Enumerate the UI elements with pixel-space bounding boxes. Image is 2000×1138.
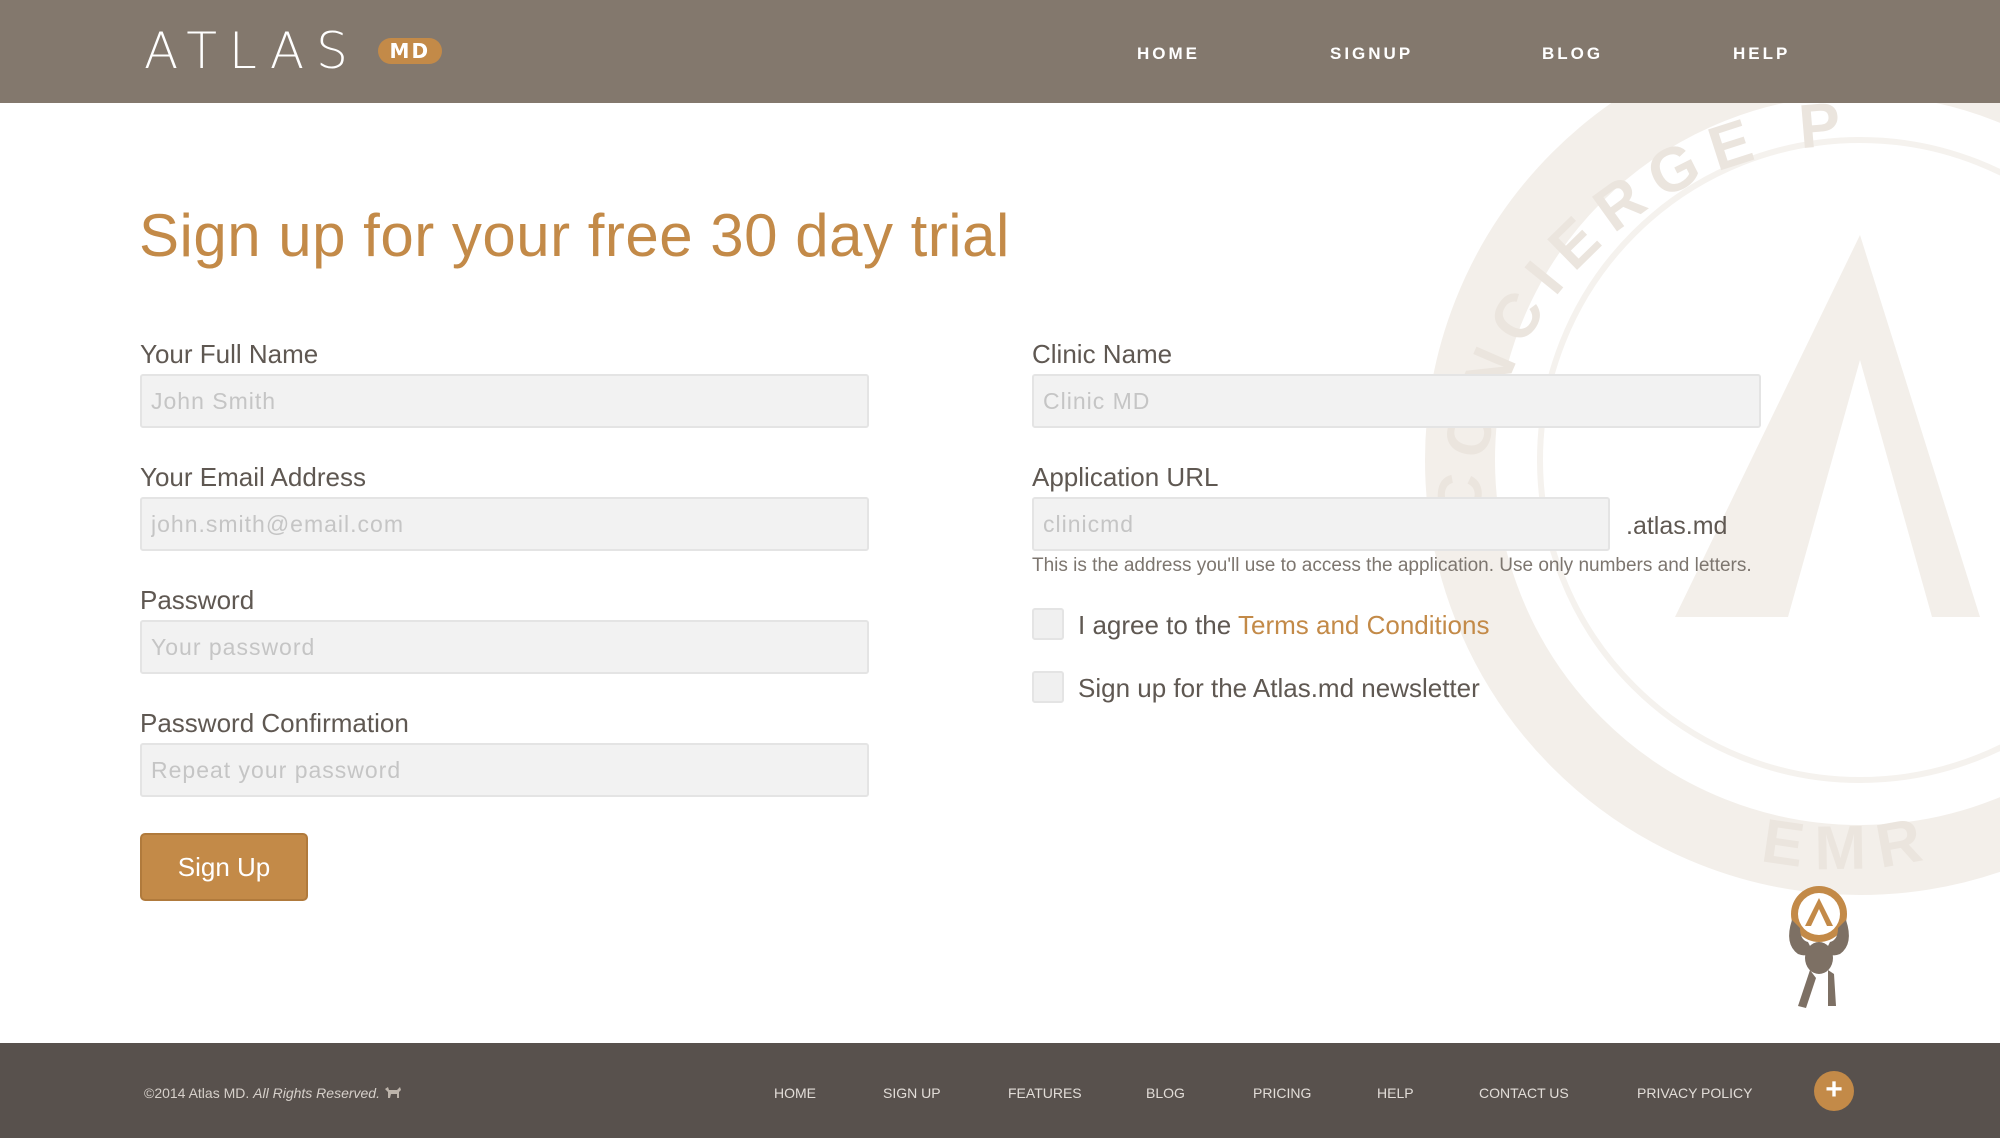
full-name-input[interactable] xyxy=(140,374,869,428)
footer-link-features[interactable]: FEATURES xyxy=(1008,1085,1082,1101)
clinic-name-label: Clinic Name xyxy=(1032,339,1173,369)
password-confirmation-label: Password Confirmation xyxy=(140,708,409,738)
footer-link-pricing[interactable]: PRICING xyxy=(1253,1085,1311,1101)
sign-up-button[interactable]: Sign Up xyxy=(140,833,308,901)
terms-prefix: I agree to the xyxy=(1078,610,1238,640)
footer-link-sign-up[interactable]: SIGN UP xyxy=(883,1085,941,1101)
plus-icon[interactable]: + xyxy=(1814,1071,1854,1111)
application-url-input[interactable] xyxy=(1032,497,1610,551)
seal-text-bottom: EMR xyxy=(1758,803,1927,883)
nav-signup[interactable]: SIGNUP xyxy=(1330,44,1413,64)
nav-help[interactable]: HELP xyxy=(1733,44,1790,64)
atlas-md-logo[interactable]: ATLAS MD xyxy=(144,26,442,76)
clinic-name-input[interactable] xyxy=(1032,374,1761,428)
footer-link-help[interactable]: HELP xyxy=(1377,1085,1414,1101)
footer: ©2014 Atlas MD. All Rights Reserved. HOM… xyxy=(0,1043,2000,1138)
password-input[interactable] xyxy=(140,620,869,674)
logo-wordmark: ATLAS xyxy=(144,22,360,80)
atlas-mascot-icon xyxy=(1789,886,1849,1008)
terms-checkbox[interactable] xyxy=(1032,608,1064,640)
footer-link-privacy-policy[interactable]: PRIVACY POLICY xyxy=(1637,1085,1752,1101)
page-title: Sign up for your free 30 day trial xyxy=(139,202,1010,269)
email-label: Your Email Address xyxy=(140,462,366,492)
svg-text:EMR: EMR xyxy=(1758,803,1941,883)
newsletter-checkbox[interactable] xyxy=(1032,671,1064,703)
top-header: ATLAS MD HOME SIGNUP BLOG HELP xyxy=(0,0,2000,103)
email-input[interactable] xyxy=(140,497,869,551)
password-label: Password xyxy=(140,585,255,615)
logo-badge: MD xyxy=(377,38,442,64)
rights-text: All Rights Reserved. xyxy=(253,1085,380,1101)
application-url-label: Application URL xyxy=(1032,462,1219,492)
copyright: ©2014 Atlas MD. All Rights Reserved. xyxy=(144,1085,402,1101)
footer-link-blog[interactable]: BLOG xyxy=(1146,1085,1185,1101)
nav-home[interactable]: HOME xyxy=(1137,44,1200,64)
nav-blog[interactable]: BLOG xyxy=(1542,44,1603,64)
footer-link-contact-us[interactable]: CONTACT US xyxy=(1479,1085,1569,1101)
application-url-help: This is the address you'll use to access… xyxy=(1032,555,1752,576)
terms-link[interactable]: Terms and Conditions xyxy=(1238,610,1489,640)
copyright-text: ©2014 Atlas MD. xyxy=(144,1085,250,1101)
dog-icon xyxy=(384,1087,401,1098)
terms-label: I agree to the Terms and Conditions xyxy=(1078,610,1489,641)
password-confirmation-input[interactable] xyxy=(140,743,869,797)
newsletter-label: Sign up for the Atlas.md newsletter xyxy=(1078,673,1480,703)
url-suffix: .atlas.md xyxy=(1626,512,1728,540)
full-name-label: Your Full Name xyxy=(140,339,319,369)
footer-link-home[interactable]: HOME xyxy=(774,1085,816,1101)
